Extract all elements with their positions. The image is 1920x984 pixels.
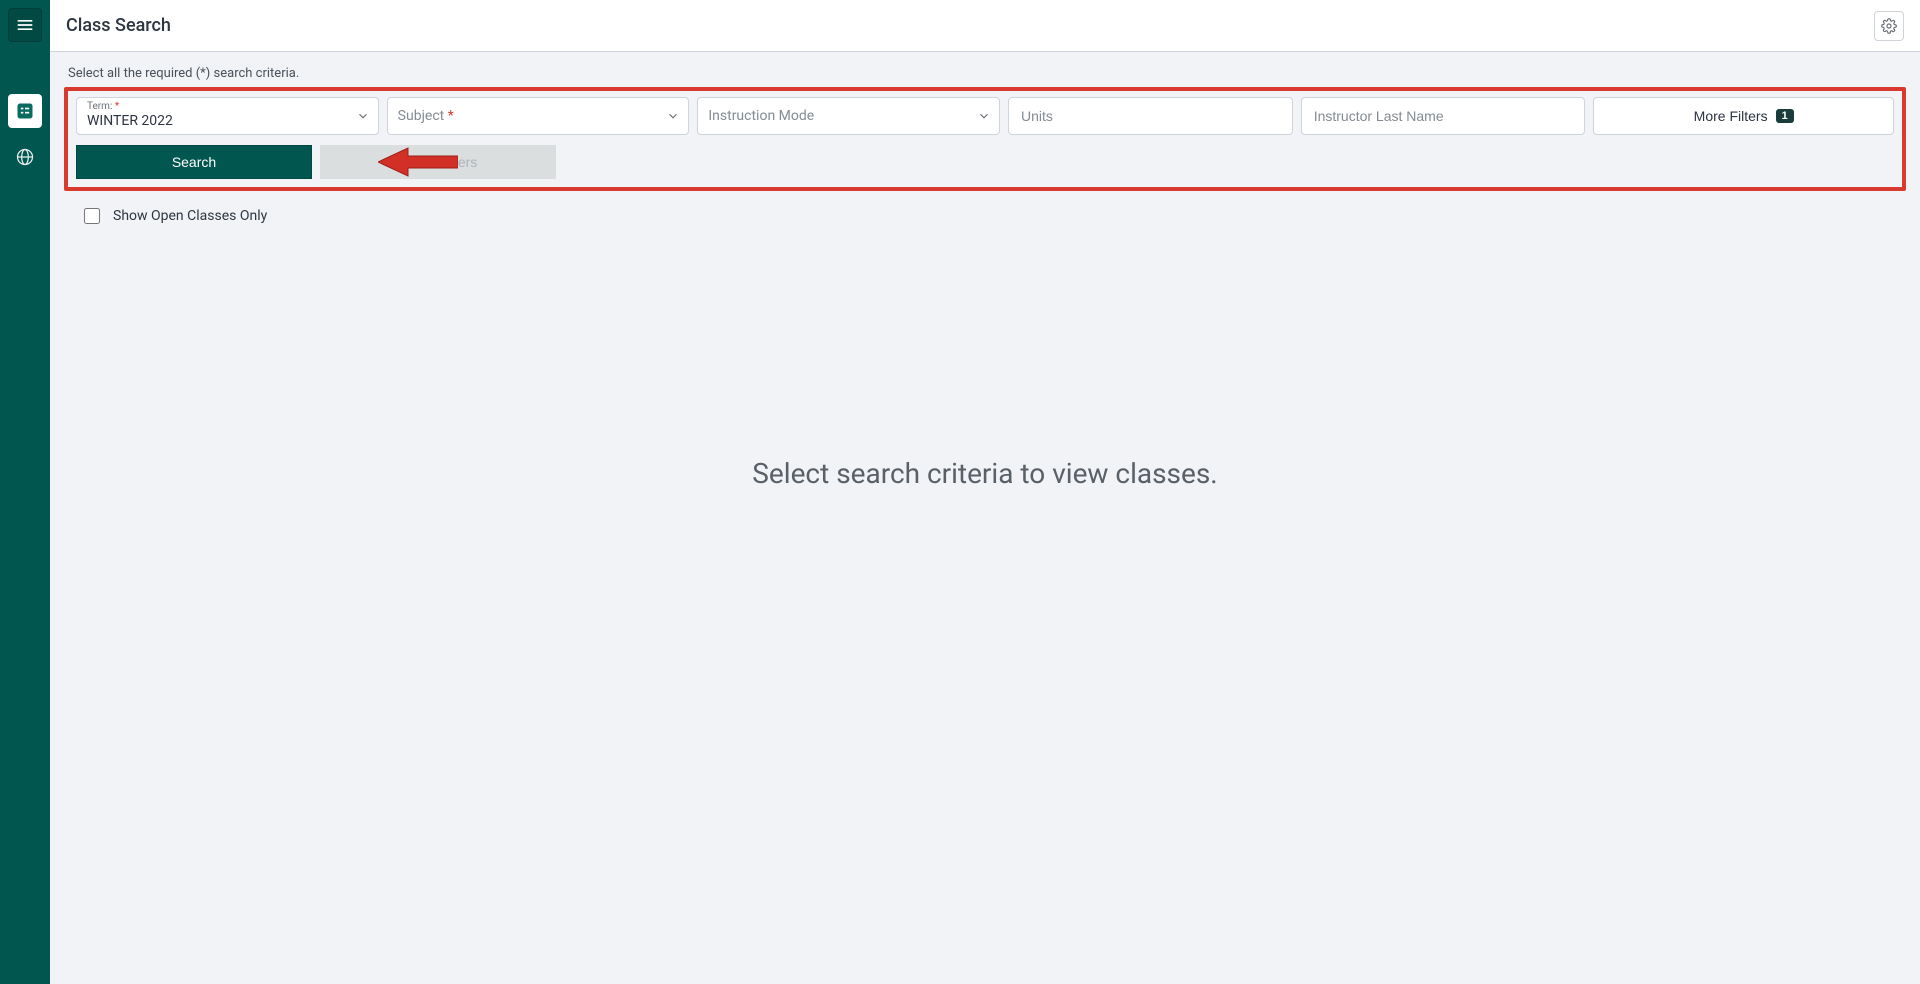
more-filters-count-badge: 1 — [1776, 109, 1794, 123]
globe-icon — [15, 147, 35, 167]
menu-button[interactable] — [8, 8, 42, 42]
units-input[interactable] — [1019, 107, 1282, 125]
reset-filters-button: Reset Filters — [320, 145, 556, 179]
show-open-classes-checkbox[interactable] — [84, 208, 100, 224]
hamburger-icon — [15, 15, 35, 35]
gear-icon — [1881, 17, 1897, 35]
subject-select[interactable]: Subject * — [387, 97, 690, 135]
more-filters-label: More Filters — [1694, 108, 1768, 124]
units-field[interactable] — [1008, 97, 1293, 135]
search-button[interactable]: Search — [76, 145, 312, 179]
instruction-text: Select all the required (*) search crite… — [68, 66, 1902, 81]
empty-state-text: Select search criteria to view classes. — [752, 457, 1217, 490]
empty-state: Select search criteria to view classes. — [64, 227, 1906, 984]
show-open-classes-label: Show Open Classes Only — [113, 208, 267, 224]
list-icon — [15, 101, 35, 121]
term-value: WINTER 2022 — [87, 113, 173, 129]
topbar: Class Search — [50, 0, 1920, 52]
chevron-down-icon — [666, 109, 680, 123]
page-title: Class Search — [66, 15, 171, 36]
instructor-last-name-field[interactable] — [1301, 97, 1586, 135]
chevron-down-icon — [977, 109, 991, 123]
nav-class-search[interactable] — [8, 94, 42, 128]
instruction-mode-select[interactable]: Instruction Mode — [697, 97, 1000, 135]
sidebar — [0, 0, 50, 984]
search-filters-panel: Term: * WINTER 2022 Subject * Instructio… — [64, 87, 1906, 191]
more-filters-button[interactable]: More Filters 1 — [1593, 97, 1894, 135]
instruction-mode-placeholder: Instruction Mode — [708, 108, 814, 124]
subject-placeholder: Subject — [398, 108, 445, 124]
instructor-last-name-input[interactable] — [1312, 107, 1575, 125]
term-label: Term: — [87, 101, 112, 112]
settings-button[interactable] — [1874, 11, 1904, 41]
nav-globe[interactable] — [8, 140, 42, 174]
term-select[interactable]: Term: * WINTER 2022 — [76, 97, 379, 135]
show-open-classes-toggle[interactable]: Show Open Classes Only — [80, 205, 1904, 227]
chevron-down-icon — [356, 109, 370, 123]
